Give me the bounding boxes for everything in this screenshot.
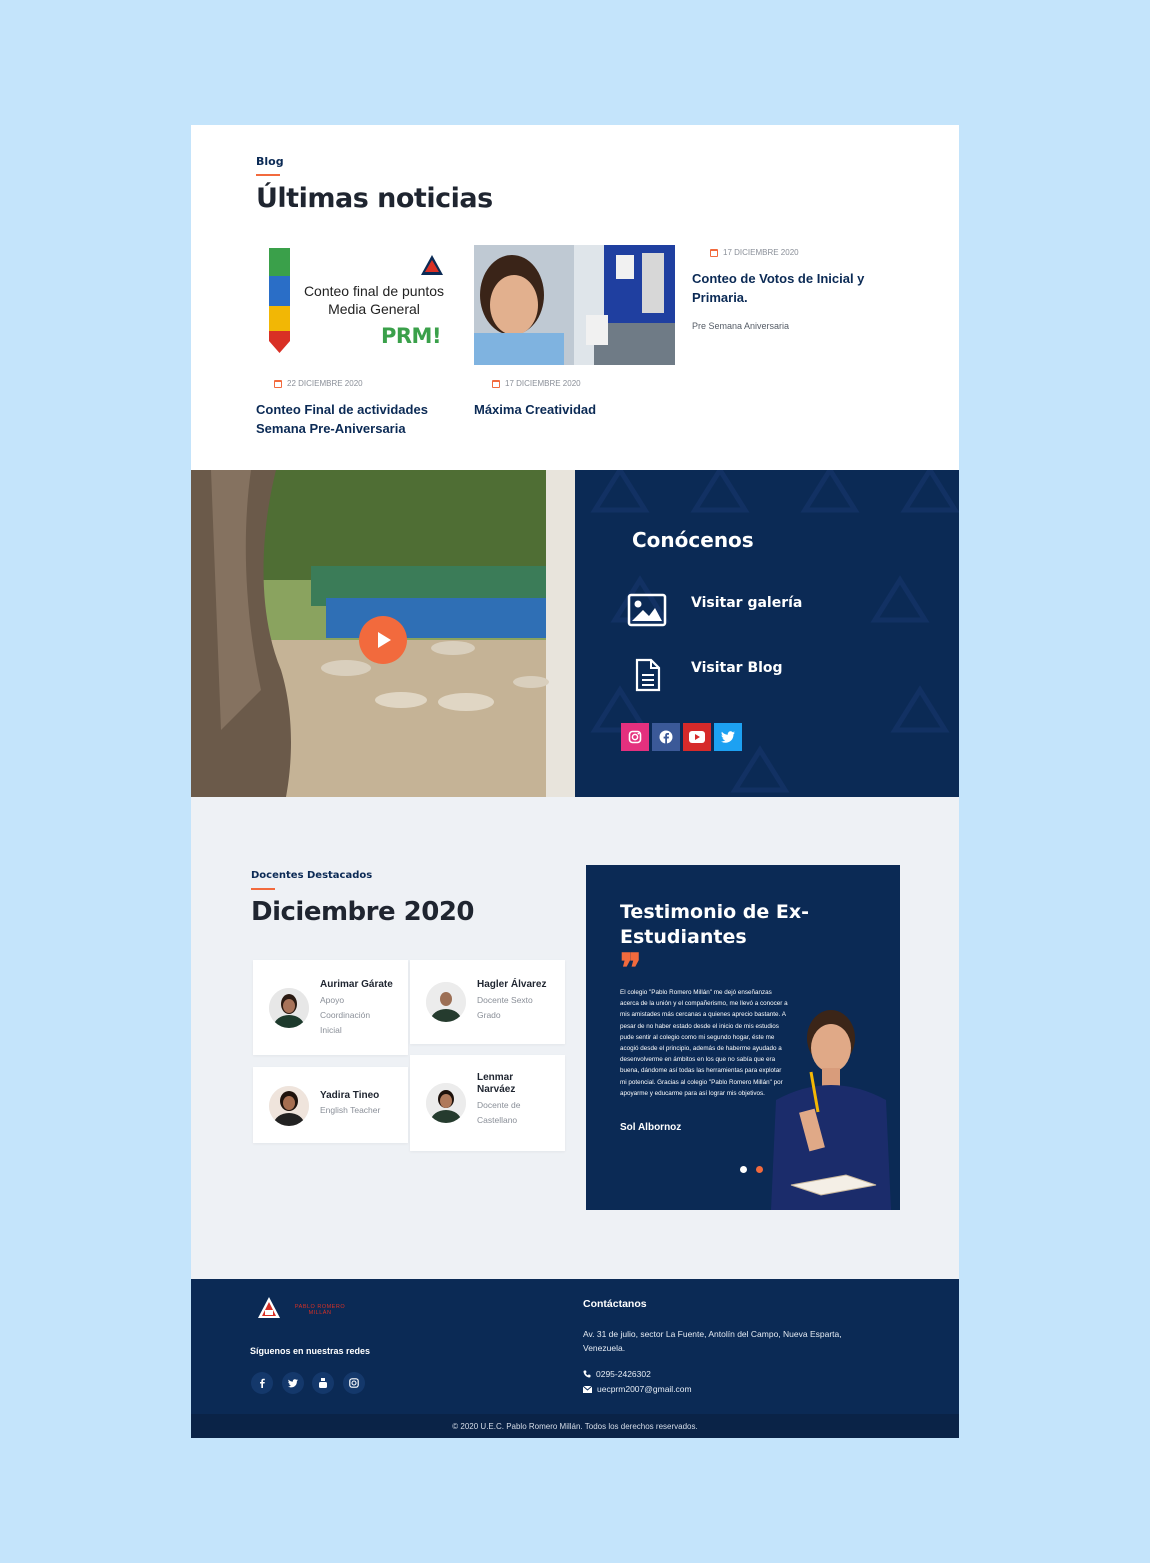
teacher-card-4[interactable]: Lenmar Narváez Docente de Castellano [410, 1055, 565, 1151]
teacher-name: Lenmar Narváez [477, 1072, 516, 1095]
post-title-3[interactable]: Conteo de Votos de Inicial y Primaria. [692, 269, 882, 307]
contact-email[interactable]: uecprm2007@gmail.com [583, 1384, 692, 1394]
testimonial-title: Testimonio de Ex-Estudiantes [620, 901, 810, 948]
facebook-icon[interactable] [251, 1372, 273, 1394]
twitter-icon[interactable] [282, 1372, 304, 1394]
teacher-role: Apoyo Coordinación Inicial [320, 995, 371, 1035]
carousel-dot-2[interactable] [756, 1166, 763, 1173]
follow-label: Síguenos en nuestras redes [250, 1346, 371, 1356]
copyright-text: © 2020 U.E.C. Pablo Romero Millán. Todos… [452, 1421, 698, 1431]
contact-address: Av. 31 de julio, sector La Fuente, Antol… [583, 1329, 842, 1353]
blog-eyebrow: Blog [256, 155, 284, 168]
teachers-section: Docentes Destacados Diciembre 2020 Aurim… [191, 797, 959, 1279]
twitter-icon[interactable] [714, 723, 742, 751]
avatar [269, 988, 309, 1028]
teacher-name: Aurimar Gárate [320, 979, 393, 990]
contact-phone[interactable]: 0295-2426302 [583, 1369, 651, 1379]
post-category-3[interactable]: Pre Semana Aniversaria [692, 321, 789, 331]
avatar [426, 1083, 466, 1123]
footer-logo-text: PABLO ROMERO MILLÁN [294, 1304, 346, 1316]
teacher-name: Yadira Tineo [320, 1090, 380, 1101]
visit-blog-link[interactable]: Visitar Blog [691, 660, 783, 676]
teachers-title: Diciembre 2020 [251, 897, 475, 927]
website-page: Blog Últimas noticias Conteo final de pu… [191, 125, 959, 1438]
post-thumbnail-conteo-final[interactable]: Conteo final de puntos Media General PRM… [256, 245, 457, 365]
calendar-icon [274, 379, 282, 388]
facebook-icon[interactable] [652, 723, 680, 751]
teacher-card-3[interactable]: Yadira Tineo English Teacher [253, 1067, 408, 1143]
student-photo [771, 1010, 891, 1210]
contact-title: Contáctanos [583, 1298, 647, 1310]
eyebrow-underline [251, 888, 275, 890]
phone-icon [583, 1370, 591, 1378]
blog-section: Blog Últimas noticias Conteo final de pu… [191, 125, 959, 470]
conocenos-panel: Conócenos Visitar galería Visitar Blog [575, 470, 959, 797]
post-title-1[interactable]: Conteo Final de actividades Semana Pre-A… [256, 400, 456, 438]
teacher-role: English Teacher [320, 1105, 381, 1115]
avatar [426, 982, 466, 1022]
play-button[interactable] [359, 616, 407, 664]
instagram-icon[interactable] [343, 1372, 365, 1394]
post-title-2[interactable]: Máxima Creatividad [474, 400, 674, 419]
graphic-line-2: Media General [328, 301, 420, 317]
testimonial-author: Sol Albornoz [620, 1122, 682, 1133]
teachers-eyebrow: Docentes Destacados [251, 870, 373, 881]
gallery-icon[interactable] [627, 593, 667, 627]
graphic-line-1: Conteo final de puntos [303, 283, 445, 299]
teacher-role: Docente de Castellano [477, 1100, 521, 1125]
document-icon[interactable] [634, 658, 662, 692]
teacher-name: Hagler Álvarez [477, 979, 547, 990]
eyebrow-underline [256, 174, 280, 176]
youtube-icon[interactable] [683, 723, 711, 751]
avatar [269, 1086, 309, 1126]
post-date-3: 17 DICIEMBRE 2020 [710, 248, 799, 257]
girl-photo [474, 245, 675, 365]
post-thumbnail-maxima-creatividad[interactable] [474, 245, 675, 365]
post-date-2: 17 DICIEMBRE 2020 [492, 379, 581, 388]
teacher-card-2[interactable]: Hagler Álvarez Docente Sexto Grado [410, 960, 565, 1044]
calendar-icon [492, 379, 500, 388]
visit-gallery-link[interactable]: Visitar galería [691, 595, 802, 611]
blog-title: Últimas noticias [256, 183, 493, 214]
copyright-bar: © 2020 U.E.C. Pablo Romero Millán. Todos… [191, 1414, 959, 1438]
post-date-1: 22 DICIEMBRE 2020 [274, 379, 363, 388]
envelope-icon [583, 1385, 592, 1393]
graphic-brand: PRM! [381, 324, 442, 348]
instagram-icon[interactable] [621, 723, 649, 751]
testimonial-panel: Testimonio de Ex-Estudiantes ❞ El colegi… [586, 865, 900, 1210]
footer: PABLO ROMERO MILLÁN Síguenos en nuestras… [191, 1279, 959, 1414]
school-logo-icon[interactable] [257, 1296, 281, 1320]
carousel-dot-1[interactable] [740, 1166, 747, 1173]
youtube-icon[interactable] [312, 1372, 334, 1394]
conocenos-title: Conócenos [632, 528, 754, 552]
quote-icon: ❞ [620, 945, 642, 992]
teacher-role: Docente Sexto Grado [477, 995, 533, 1020]
school-video[interactable] [191, 470, 575, 797]
calendar-icon [710, 248, 718, 257]
teacher-card-1[interactable]: Aurimar Gárate Apoyo Coordinación Inicial [253, 960, 408, 1055]
